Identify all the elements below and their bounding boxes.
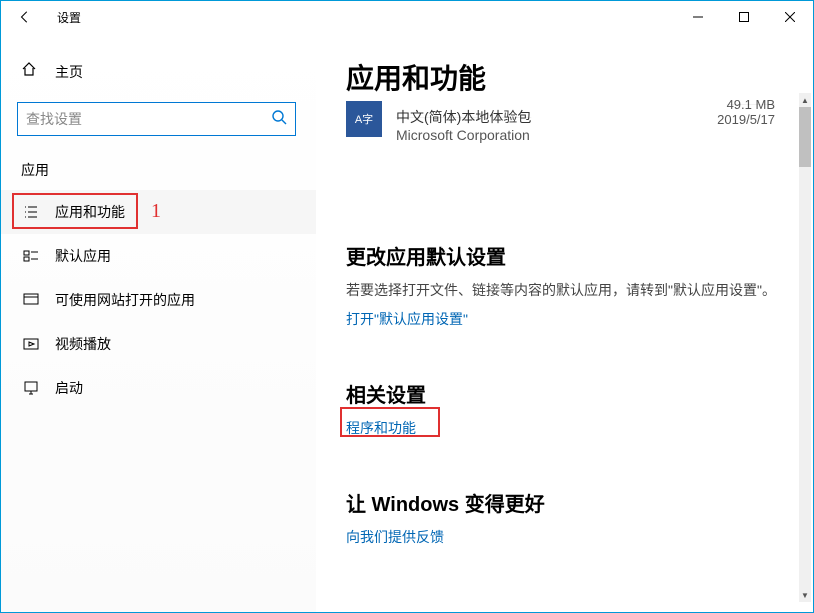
sidebar-item-label: 视频播放 (55, 334, 111, 354)
scroll-up-icon[interactable]: ▲ (799, 93, 811, 107)
app-publisher: Microsoft Corporation (396, 127, 531, 143)
feedback-link[interactable]: 向我们提供反馈 (346, 527, 444, 547)
open-default-apps-link[interactable]: 打开"默认应用设置" (346, 309, 468, 329)
sidebar-section-label: 应用 (1, 152, 316, 190)
sidebar-item-label: 默认应用 (55, 246, 111, 266)
section-desc: 若要选择打开文件、链接等内容的默认应用，请转到"默认应用设置"。 (346, 280, 783, 301)
sidebar-item-video-playback[interactable]: 视频播放 (1, 322, 316, 366)
app-meta: 49.1 MB 2019/5/17 (717, 97, 775, 127)
annotation-marker-1: 1 (151, 200, 161, 223)
sidebar-item-default-apps[interactable]: 默认应用 (1, 234, 316, 278)
page-heading: 应用和功能 (346, 57, 783, 97)
section-title: 让 Windows 变得更好 (346, 488, 783, 517)
window-title: 设置 (57, 9, 81, 26)
maximize-button[interactable] (721, 1, 767, 33)
close-button[interactable] (767, 1, 813, 33)
defaults-icon (21, 248, 41, 264)
sidebar-item-label: 可使用网站打开的应用 (55, 290, 195, 310)
home-icon (21, 61, 41, 82)
app-icon: A字 (346, 101, 382, 137)
app-list-item[interactable]: A字 中文(简体)本地体验包 Microsoft Corporation 49.… (346, 103, 783, 151)
scroll-thumb[interactable] (799, 107, 811, 167)
change-defaults-section: 更改应用默认设置 若要选择打开文件、链接等内容的默认应用，请转到"默认应用设置"… (346, 241, 783, 329)
section-title: 相关设置 (346, 379, 783, 408)
related-settings-section: 相关设置 程序和功能 2 (346, 379, 783, 438)
home-nav[interactable]: 主页 (1, 53, 316, 90)
section-title: 更改应用默认设置 (346, 241, 783, 270)
vertical-scrollbar[interactable]: ▲ ▼ (799, 93, 811, 602)
titlebar: 设置 (1, 1, 813, 33)
video-icon (21, 336, 41, 352)
sidebar-item-apps-for-websites[interactable]: 可使用网站打开的应用 (1, 278, 316, 322)
home-label: 主页 (55, 62, 83, 82)
feedback-section: 让 Windows 变得更好 向我们提供反馈 (346, 488, 783, 547)
search-input[interactable] (26, 111, 271, 127)
app-size: 49.1 MB (717, 97, 775, 112)
sidebar-item-label: 启动 (55, 378, 83, 398)
window-controls (675, 1, 813, 33)
main-content: 应用和功能 A字 中文(简体)本地体验包 Microsoft Corporati… (316, 33, 813, 612)
app-date: 2019/5/17 (717, 112, 775, 127)
sidebar: 主页 应用 应用和功能 默认应用 (1, 33, 316, 612)
website-icon (21, 292, 41, 308)
programs-features-link[interactable]: 程序和功能 (346, 418, 416, 438)
sidebar-item-startup[interactable]: 启动 (1, 366, 316, 410)
search-icon (271, 109, 287, 130)
startup-icon (21, 380, 41, 396)
app-name: 中文(简体)本地体验包 (396, 107, 531, 127)
search-box[interactable] (17, 102, 296, 136)
minimize-button[interactable] (675, 1, 721, 33)
scroll-down-icon[interactable]: ▼ (799, 588, 811, 602)
back-button[interactable] (9, 1, 41, 33)
list-icon (21, 204, 41, 220)
sidebar-item-label: 应用和功能 (55, 202, 125, 222)
